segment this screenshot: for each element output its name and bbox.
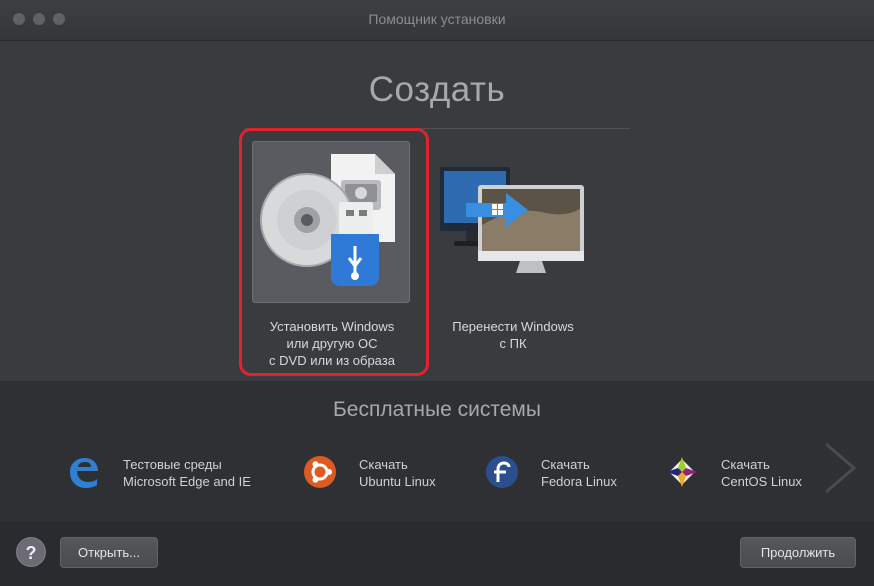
pc-to-mac-transfer-icon bbox=[440, 167, 584, 273]
help-button[interactable]: ? bbox=[16, 537, 46, 567]
free-system-item-centos[interactable]: Скачать CentOS Linux bbox=[664, 450, 834, 500]
free-system-item-edge[interactable]: Тестовые среды Microsoft Edge and IE bbox=[66, 450, 286, 500]
free-system-item-fedora[interactable]: Скачать Fedora Linux bbox=[484, 450, 654, 500]
free-system-label-edge: Тестовые среды Microsoft Edge and IE bbox=[123, 457, 251, 489]
free-system-item-ubuntu[interactable]: Скачать Ubuntu Linux bbox=[302, 450, 472, 500]
window-title: Помощник установки bbox=[368, 11, 506, 27]
fedora-icon bbox=[486, 456, 518, 488]
centos-icon bbox=[667, 457, 697, 487]
transfer-from-pc-label: Перенести Windows с ПК bbox=[452, 319, 574, 351]
chevron-right-icon[interactable] bbox=[818, 440, 862, 496]
free-systems-title: Бесплатные системы bbox=[333, 398, 541, 421]
ubuntu-icon bbox=[304, 456, 336, 488]
titlebar: Помощник установки bbox=[0, 0, 874, 41]
edge-icon bbox=[70, 458, 98, 488]
transfer-from-pc-option[interactable] bbox=[436, 165, 586, 280]
continue-button[interactable]: Продолжить bbox=[740, 537, 856, 568]
create-title: Создать bbox=[368, 70, 506, 109]
installation-assistant-window: Помощник установки Создать Установить Wi… bbox=[0, 0, 874, 586]
open-button[interactable]: Открыть... bbox=[60, 537, 158, 568]
install-from-image-label: Установить Windows или другую ОС с DVD и… bbox=[269, 319, 395, 368]
